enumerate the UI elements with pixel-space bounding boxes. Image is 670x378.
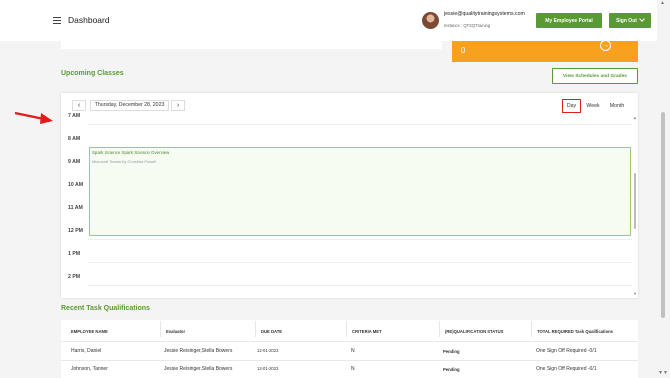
column-header[interactable]: DUE DATE bbox=[261, 329, 282, 334]
total-required: One Sign Off Required -0/1 bbox=[536, 366, 597, 372]
top-header: Dashboard jessie@qualitytrainingsystems.… bbox=[0, 0, 657, 41]
hour-divider bbox=[88, 239, 632, 240]
calendar-event[interactable]: Spark Science Spark Science Overview Mic… bbox=[89, 147, 631, 236]
page-scroll-thumb[interactable] bbox=[661, 112, 665, 318]
hour-divider bbox=[88, 285, 632, 286]
hour-divider bbox=[88, 262, 632, 263]
user-email: jessie@qualitytrainingsystems.com bbox=[444, 11, 525, 17]
calendar-next-button[interactable]: › bbox=[171, 100, 185, 111]
red-arrow-annotation-icon bbox=[14, 111, 53, 124]
menu-icon[interactable] bbox=[53, 17, 61, 25]
sign-out-button[interactable]: Sign Out bbox=[609, 13, 651, 28]
column-divider bbox=[160, 321, 161, 337]
scroll-up-icon[interactable]: ▲ bbox=[660, 0, 665, 6]
employee-name[interactable]: Johnson, Tanner bbox=[71, 366, 108, 372]
column-divider bbox=[255, 321, 256, 337]
page-title: Dashboard bbox=[68, 15, 110, 25]
recent-tasks-title: Recent Task Qualifications bbox=[61, 305, 150, 312]
row-divider bbox=[61, 360, 638, 361]
time-label: 12 PM bbox=[68, 228, 83, 234]
view-schedules-button[interactable]: View Schedules and Grades bbox=[552, 68, 638, 84]
chevron-down-icon bbox=[639, 16, 645, 22]
calendar-scrollbar[interactable]: ▲ ▼ bbox=[633, 115, 637, 297]
time-label: 8 AM bbox=[68, 136, 81, 142]
column-header[interactable]: EMPLOYEE NAME bbox=[71, 329, 108, 334]
sign-out-label: Sign Out bbox=[616, 17, 637, 24]
column-divider bbox=[346, 321, 347, 337]
orange-card-value: 0 bbox=[461, 46, 466, 55]
time-label: 10 AM bbox=[68, 182, 84, 188]
orange-summary-card: 0 → bbox=[452, 40, 638, 62]
view-week-button[interactable]: Week bbox=[584, 99, 602, 113]
row-divider bbox=[61, 341, 638, 342]
column-header[interactable]: TOTAL REQUIRED Task Qualifications bbox=[537, 329, 613, 334]
column-header[interactable]: (RE)QUALIFICATION STATUS bbox=[445, 329, 503, 334]
time-label: 1 PM bbox=[68, 251, 81, 257]
event-title: Spark Science Spark Science Overview bbox=[92, 150, 170, 155]
summary-card bbox=[61, 41, 442, 49]
time-label: 2 PM bbox=[68, 274, 81, 280]
scroll-down-icon[interactable]: ▼ bbox=[633, 291, 637, 296]
upcoming-classes-title: Upcoming Classes bbox=[61, 70, 124, 77]
time-label: 9 AM bbox=[68, 159, 81, 165]
column-header[interactable]: CRITERIA MET bbox=[352, 329, 382, 334]
evaluator: Jessie Reisinger,Stella Bowers bbox=[164, 348, 233, 354]
scroll-up-icon[interactable]: ▲ bbox=[633, 115, 637, 120]
avatar[interactable] bbox=[422, 12, 439, 29]
column-header[interactable]: Evaluator bbox=[166, 329, 185, 334]
view-month-button[interactable]: Month bbox=[606, 99, 628, 113]
page-scrollbar[interactable]: ▲ ▼▼ bbox=[657, 0, 670, 378]
calendar-scroll-thumb[interactable] bbox=[634, 173, 636, 229]
qualification-status: Pending bbox=[443, 367, 460, 372]
arrow-right-icon[interactable]: → bbox=[600, 40, 611, 51]
employee-name[interactable]: Harris, Daniel bbox=[71, 348, 101, 354]
hour-divider bbox=[88, 124, 632, 125]
calendar-prev-button[interactable]: ‹ bbox=[72, 100, 86, 111]
employee-portal-button[interactable]: My Employee Portal bbox=[536, 13, 602, 28]
criteria-met: N bbox=[351, 348, 355, 354]
due-date: 12-01-2023 bbox=[257, 348, 279, 353]
total-required: One Sign Off Required -0/1 bbox=[536, 348, 597, 354]
time-label: 7 AM bbox=[68, 113, 81, 119]
column-divider bbox=[439, 321, 440, 337]
evaluator: Jessie Reisinger,Stella Bowers bbox=[164, 366, 233, 372]
due-date: 12-01-2023 bbox=[257, 366, 279, 371]
scroll-down-icon[interactable]: ▼▼ bbox=[658, 370, 668, 376]
qualification-status: Pending bbox=[443, 349, 460, 354]
criteria-met: N bbox=[351, 366, 355, 372]
column-divider bbox=[531, 321, 532, 337]
event-subtitle: Microsoft Teams by Christina Powell bbox=[92, 159, 157, 164]
time-label: 11 AM bbox=[68, 205, 83, 211]
calendar-date-label: Thursday, December 28, 2023 bbox=[90, 100, 169, 111]
view-day-button[interactable]: Day bbox=[562, 99, 581, 113]
instance-label: Instance : QTSQTraining bbox=[444, 23, 491, 28]
